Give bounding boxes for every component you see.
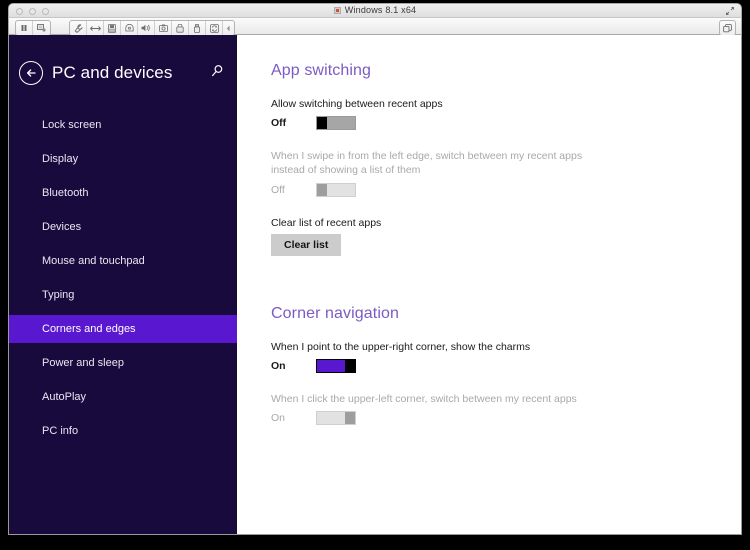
window-title-text: Windows 8.1 x64 bbox=[344, 5, 417, 15]
sidebar-header: PC and devices bbox=[9, 51, 237, 95]
setting-label-clear-recent-apps: Clear list of recent apps bbox=[271, 216, 382, 229]
setting-label-swipe-left-edge: When I swipe in from the left edge, swit… bbox=[271, 150, 583, 177]
sidebar-item-label: Mouse and touchpad bbox=[42, 255, 145, 267]
sidebar-item-corners-and-edges[interactable]: Corners and edges bbox=[9, 315, 237, 343]
toggle-state-swipe-left-edge: Off bbox=[271, 183, 285, 196]
sidebar-item-autoplay[interactable]: AutoPlay bbox=[9, 383, 237, 411]
fullscreen-arrows-icon[interactable] bbox=[725, 6, 735, 16]
settings-button[interactable] bbox=[70, 21, 87, 35]
usb-icon bbox=[193, 23, 200, 33]
sidebar-item-label: Typing bbox=[42, 289, 75, 301]
sidebar-item-display[interactable]: Display bbox=[9, 145, 237, 173]
setting-label-upper-right-charms: When I point to the upper-right corner, … bbox=[271, 340, 531, 353]
toggle-state-allow-switching: Off bbox=[271, 117, 287, 130]
sound-button[interactable] bbox=[138, 21, 155, 35]
toolbar-left-group bbox=[15, 20, 51, 36]
sidebar-item-pc-info[interactable]: PC info bbox=[9, 417, 237, 445]
settings-sidebar: PC and devices Lock screen Display Bluet… bbox=[9, 35, 237, 534]
sync-folders-icon bbox=[209, 23, 219, 33]
snapshot-button[interactable] bbox=[33, 21, 50, 35]
sidebar-item-label: Display bbox=[42, 153, 79, 165]
printer-button[interactable] bbox=[172, 21, 189, 35]
sidebar-item-label: PC info bbox=[42, 425, 79, 437]
sidebar-item-label: Lock screen bbox=[42, 119, 102, 131]
snapshot-icon bbox=[37, 24, 46, 32]
pause-icon bbox=[21, 25, 27, 31]
vm-toolbar bbox=[8, 17, 742, 36]
setting-row-swipe-left-edge: Off bbox=[271, 182, 741, 198]
unity-view-button[interactable] bbox=[719, 20, 736, 36]
sidebar-item-label: Power and sleep bbox=[42, 357, 124, 369]
setting-row-upper-right-charms: On bbox=[271, 358, 741, 374]
toggle-thumb bbox=[345, 359, 355, 372]
camera-button[interactable] bbox=[155, 21, 172, 35]
camera-icon bbox=[158, 24, 168, 32]
setting-label-allow-switching: Allow switching between recent apps bbox=[271, 98, 443, 110]
sidebar-item-label: Corners and edges bbox=[42, 323, 136, 335]
toggle-state-upper-left-switch: On bbox=[271, 412, 286, 425]
cd-drive-button[interactable] bbox=[121, 21, 138, 35]
speaker-icon bbox=[141, 24, 150, 32]
toggle-upper-right-charms[interactable] bbox=[316, 358, 356, 373]
toolbar-collapse-button[interactable] bbox=[223, 21, 234, 35]
cd-drive-icon bbox=[124, 24, 134, 32]
pause-button[interactable] bbox=[16, 21, 33, 35]
sidebar-item-devices[interactable]: Devices bbox=[9, 213, 237, 241]
sidebar-item-power-and-sleep[interactable]: Power and sleep bbox=[9, 349, 237, 377]
window-titlebar: Windows 8.1 x64 bbox=[8, 3, 742, 17]
toggle-upper-left-switch bbox=[316, 411, 356, 426]
shared-folders-button[interactable] bbox=[206, 21, 223, 35]
toggle-thumb bbox=[345, 412, 355, 425]
section-title-app-switching: App switching bbox=[271, 62, 372, 79]
arrows-horizontal-icon bbox=[89, 25, 101, 31]
sidebar-item-label: Bluetooth bbox=[42, 187, 89, 199]
search-icon[interactable] bbox=[210, 64, 224, 78]
sidebar-item-label: AutoPlay bbox=[42, 391, 87, 403]
back-arrow-icon[interactable] bbox=[19, 61, 43, 85]
sidebar-nav-list: Lock screen Display Bluetooth Devices Mo… bbox=[9, 111, 237, 445]
vm-window: Windows 8.1 x64 PC and devices Lock scre… bbox=[0, 0, 750, 550]
sidebar-item-bluetooth[interactable]: Bluetooth bbox=[9, 179, 237, 207]
toggle-thumb bbox=[317, 117, 327, 130]
windows-icon bbox=[333, 7, 341, 14]
chevron-left-icon bbox=[227, 25, 230, 31]
toggle-allow-switching[interactable] bbox=[316, 116, 356, 131]
window-title: Windows 8.1 x64 bbox=[9, 5, 741, 15]
hard-disk-icon bbox=[108, 23, 116, 33]
network-button[interactable] bbox=[87, 21, 104, 35]
sidebar-item-mouse-and-touchpad[interactable]: Mouse and touchpad bbox=[9, 247, 237, 275]
guest-screen: PC and devices Lock screen Display Bluet… bbox=[8, 35, 742, 535]
hard-disk-button[interactable] bbox=[104, 21, 121, 35]
setting-label-upper-left-switch: When I click the upper-left corner, swit… bbox=[271, 392, 577, 405]
toolbar-device-group bbox=[69, 20, 235, 36]
usb-button[interactable] bbox=[189, 21, 206, 35]
wrench-icon bbox=[74, 23, 83, 33]
sidebar-item-typing[interactable]: Typing bbox=[9, 281, 237, 309]
sidebar-item-lock-screen[interactable]: Lock screen bbox=[9, 111, 237, 139]
windows-restore-icon bbox=[723, 23, 732, 32]
toggle-swipe-left-edge bbox=[316, 182, 356, 197]
setting-row-upper-left-switch: On bbox=[271, 410, 741, 426]
clear-list-button[interactable]: Clear list bbox=[271, 233, 342, 256]
section-title-corner-navigation: Corner navigation bbox=[271, 304, 399, 322]
page-title: PC and devices bbox=[52, 63, 173, 82]
setting-row-allow-switching: Off bbox=[271, 115, 741, 131]
printer-icon bbox=[176, 23, 184, 33]
toggle-thumb bbox=[317, 183, 327, 196]
sidebar-item-label: Devices bbox=[42, 221, 82, 233]
settings-content: App switching Allow switching between re… bbox=[237, 35, 741, 534]
toggle-state-upper-right-charms: On bbox=[271, 359, 286, 372]
